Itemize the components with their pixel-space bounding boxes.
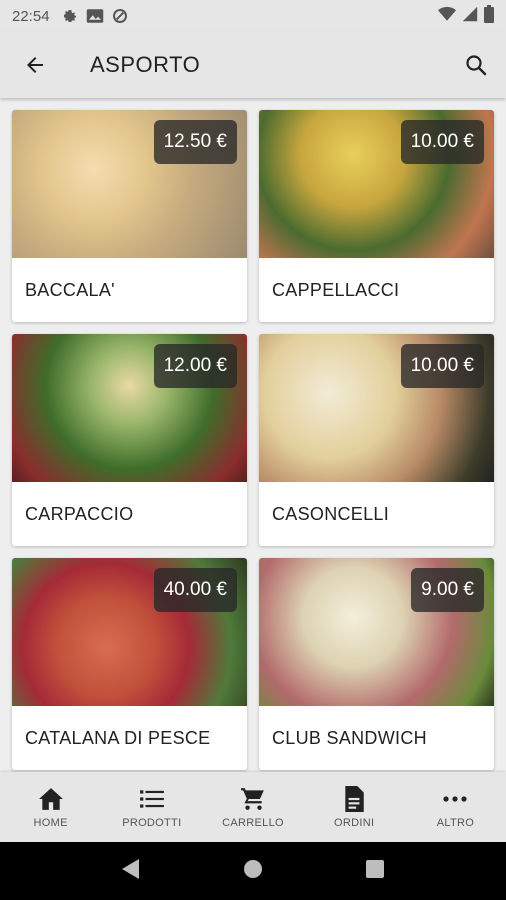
cart-icon (240, 785, 266, 813)
list-icon (139, 785, 165, 813)
price-badge: 40.00 € (153, 568, 237, 612)
nav-item-prodotti[interactable]: PRODOTTI (101, 772, 202, 842)
nav-label: HOME (33, 817, 68, 829)
product-name: CAPPELLACCI (272, 280, 400, 300)
price-badge: 9.00 € (411, 568, 484, 612)
wifi-icon (438, 6, 456, 26)
product-card[interactable]: 9.00 € CLUB SANDWICH (259, 558, 494, 770)
system-nav-bar (0, 842, 506, 900)
product-card[interactable]: 10.00 € CAPPELLACCI (259, 110, 494, 322)
price-badge: 12.50 € (153, 120, 237, 164)
signal-icon (462, 6, 478, 26)
settings-icon (62, 8, 78, 24)
home-icon (38, 785, 64, 813)
product-card[interactable]: 10.00 € CASONCELLI (259, 334, 494, 546)
product-card[interactable]: 12.50 € BACCALA' (12, 110, 247, 322)
search-button[interactable] (446, 32, 506, 98)
product-name: CARPACCIO (25, 504, 134, 524)
product-grid: 12.50 € BACCALA' 10.00 € CAPPELLACCI 12.… (0, 98, 506, 772)
more-icon (443, 785, 468, 813)
product-name: CASONCELLI (272, 504, 390, 524)
status-bar: 22:54 (0, 0, 506, 32)
search-icon (466, 55, 487, 76)
system-home-button[interactable] (242, 858, 264, 885)
data-saver-icon (112, 8, 128, 24)
price-badge: 10.00 € (400, 120, 484, 164)
nav-label: ORDINI (334, 817, 375, 829)
nav-item-carrello[interactable]: CARRELLO (202, 772, 303, 842)
product-card[interactable]: 12.00 € CARPACCIO (12, 334, 247, 546)
triangle-back-icon (121, 858, 139, 879)
circle-home-icon (243, 859, 262, 878)
square-recents-icon (366, 859, 385, 878)
nav-label: ALTRO (436, 817, 475, 829)
product-name: CLUB SANDWICH (272, 728, 427, 748)
product-name: CATALANA DI PESCE (25, 728, 211, 748)
battery-icon (484, 5, 494, 27)
price-badge: 12.00 € (153, 344, 237, 388)
price-badge: 10.00 € (400, 344, 484, 388)
arrow-back-icon (27, 57, 43, 73)
nav-item-ordini[interactable]: ORDINI (304, 772, 405, 842)
back-button[interactable] (0, 32, 70, 98)
document-icon (343, 785, 365, 813)
nav-item-altro[interactable]: ALTRO (405, 772, 506, 842)
system-back-button[interactable] (121, 858, 141, 885)
system-recents-button[interactable] (365, 859, 385, 884)
app-bar: ASPORTO (0, 32, 506, 98)
bottom-nav: HOME PRODOTTI CARRELLO ORDINI ALTRO (0, 772, 506, 842)
nav-item-home[interactable]: HOME (0, 772, 101, 842)
nav-label: PRODOTTI (122, 817, 182, 829)
product-card[interactable]: 40.00 € CATALANA DI PESCE (12, 558, 247, 770)
page-title: ASPORTO (90, 52, 201, 77)
nav-label: CARRELLO (222, 817, 284, 829)
status-time: 22:54 (12, 7, 50, 25)
gallery-icon (86, 8, 104, 24)
product-name: BACCALA' (25, 280, 115, 300)
